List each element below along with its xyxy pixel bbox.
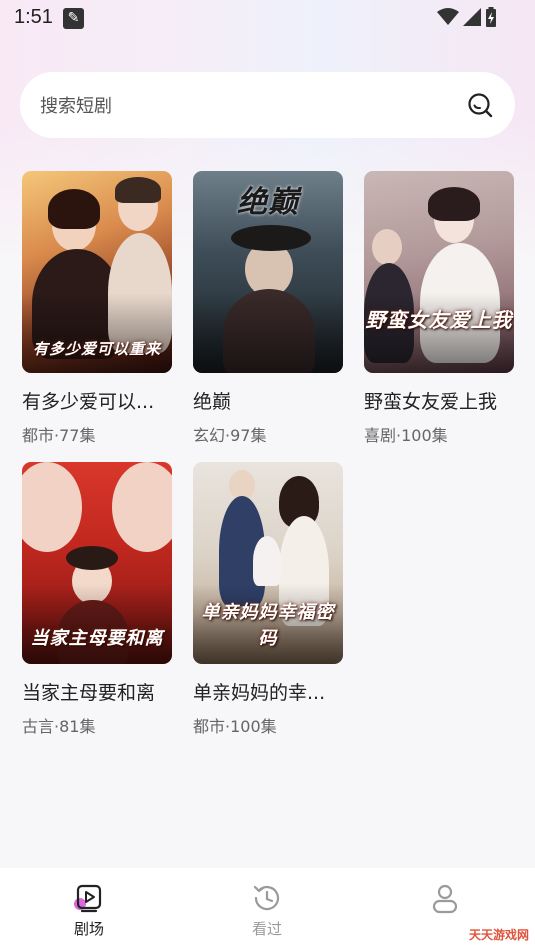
poster-title-text: 绝巅 <box>237 185 299 220</box>
drama-poster[interactable]: 当家主母要和离 <box>22 462 172 664</box>
tab-label: 看过 <box>251 920 282 938</box>
drama-title[interactable]: 有多少爱可以... <box>22 387 172 414</box>
search-input[interactable]: 搜索短剧 <box>40 92 112 118</box>
drama-meta: 喜剧·100集 <box>364 426 448 445</box>
search-icon[interactable] <box>467 92 493 118</box>
status-icons <box>437 7 497 27</box>
poster-title-text: 有多少爱可以重来 <box>32 340 161 358</box>
drama-card[interactable]: 单亲妈妈幸福密码 单亲妈妈的幸... 都市·100集 <box>193 462 343 737</box>
drama-title[interactable]: 单亲妈妈的幸... <box>193 678 343 705</box>
poster-title-text: 单亲妈妈幸福密码 <box>201 602 335 649</box>
drama-card[interactable]: 有多少爱可以重来 有多少爱可以... 都市·77集 <box>22 171 172 446</box>
poster-title-text: 当家主母要和离 <box>30 628 164 649</box>
drama-poster[interactable]: 绝巅 <box>193 171 343 373</box>
drama-title[interactable]: 绝巅 <box>193 387 343 414</box>
drama-meta: 古言·81集 <box>22 717 96 736</box>
cellular-signal-icon <box>463 8 481 26</box>
drama-card[interactable]: 当家主母要和离 当家主母要和离 古言·81集 <box>22 462 172 737</box>
drama-card[interactable]: 野蛮女友爱上我 野蛮女友爱上我 喜剧·100集 <box>364 171 514 446</box>
play-square-icon <box>74 884 102 913</box>
wifi-icon <box>437 8 459 25</box>
profile-person-icon <box>432 884 458 914</box>
tab-label: 剧场 <box>73 920 104 938</box>
drama-meta: 都市·100集 <box>193 717 277 736</box>
tab-profile[interactable] <box>405 882 485 918</box>
bottom-tab-bar: 剧场 看过 <box>0 868 535 951</box>
battery-charging-icon <box>486 7 496 27</box>
drama-title[interactable]: 野蛮女友爱上我 <box>364 387 514 414</box>
drama-title[interactable]: 当家主母要和离 <box>22 678 172 705</box>
status-time: 1:51 <box>14 6 53 28</box>
history-clock-icon <box>253 885 280 911</box>
drama-poster[interactable]: 野蛮女友爱上我 <box>364 171 514 373</box>
tab-history[interactable]: 看过 <box>227 882 307 939</box>
drama-meta: 都市·77集 <box>22 426 96 445</box>
search-bar[interactable]: 搜索短剧 <box>20 72 515 138</box>
drama-poster[interactable]: 有多少爱可以重来 <box>22 171 172 373</box>
drama-card[interactable]: 绝巅 绝巅 玄幻·97集 <box>193 171 343 446</box>
notes-icon: ✎ <box>63 8 84 29</box>
tab-theater[interactable]: 剧场 <box>49 882 129 939</box>
watermark-logo: 天天游戏网 <box>468 928 529 942</box>
status-bar: 1:51 ✎ <box>0 0 535 36</box>
drama-poster[interactable]: 单亲妈妈幸福密码 <box>193 462 343 664</box>
drama-meta: 玄幻·97集 <box>193 426 267 445</box>
poster-title-text: 野蛮女友爱上我 <box>365 308 513 332</box>
